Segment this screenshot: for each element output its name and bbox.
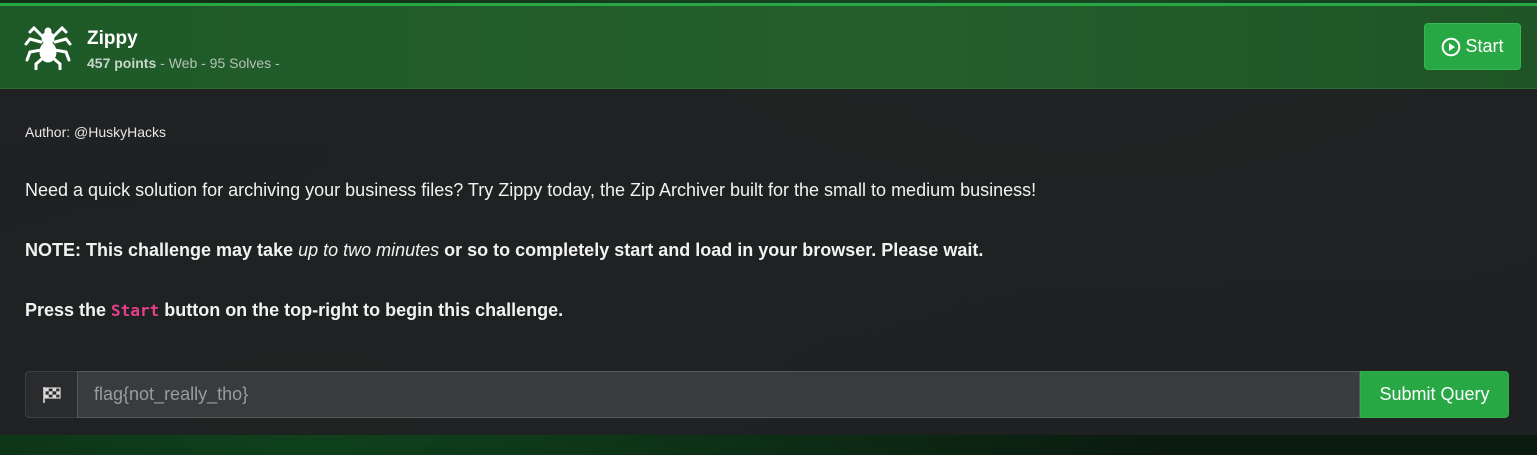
flag-input[interactable] (77, 371, 1360, 418)
flag-submit-form: Submit Query (25, 371, 1509, 418)
note-prefix: NOTE: This challenge may take (25, 240, 299, 260)
note-text: NOTE: This challenge may take up to two … (25, 240, 1515, 261)
start-code: Start (111, 301, 160, 320)
submit-flag-button[interactable]: Submit Query (1360, 371, 1509, 418)
start-button[interactable]: Start (1424, 23, 1521, 70)
challenge-points: 457 points (87, 55, 157, 71)
press-start-text: Press the Start button on the top-right … (25, 300, 1515, 321)
author-line: Author: @HuskyHacks (25, 124, 167, 140)
challenge-header: Zippy 457 points - Web - 95 Solves - Sta… (0, 6, 1537, 89)
press-prefix: Press the (25, 300, 112, 320)
note-emphasis: up to two minutes (298, 240, 440, 260)
challenge-description: Author: @HuskyHacks Need a quick solutio… (25, 124, 1515, 321)
press-suffix: button on the top-right to begin this ch… (159, 300, 564, 320)
challenge-meta: 457 points - Web - 95 Solves - (87, 55, 280, 71)
challenge-title: Zippy (87, 28, 138, 49)
start-button-label: Start (1465, 36, 1504, 56)
checkered-flag-icon (42, 386, 61, 403)
challenge-category-solves: - Web - 95 Solves - (156, 55, 280, 71)
flag-prepend (25, 371, 77, 418)
description-text: Need a quick solution for archiving your… (25, 180, 1037, 200)
spider-icon (24, 25, 72, 70)
note-suffix: or so to completely start and load in yo… (439, 240, 984, 260)
play-circle-icon (1442, 37, 1461, 56)
